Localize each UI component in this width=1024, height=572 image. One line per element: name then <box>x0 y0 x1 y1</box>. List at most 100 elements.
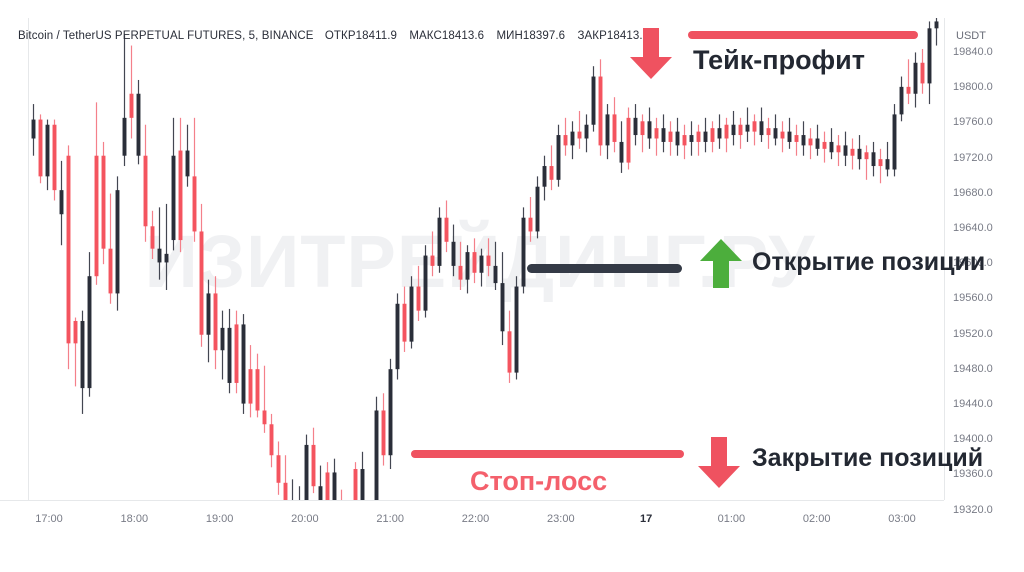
candle <box>199 203 204 347</box>
candle <box>661 114 666 153</box>
candle <box>87 252 92 397</box>
candle <box>458 241 463 290</box>
candle <box>122 35 127 167</box>
stop-loss-label: Стоп-лосс <box>470 466 608 496</box>
candle <box>374 396 379 500</box>
stop-loss-line[interactable] <box>411 450 684 458</box>
candle <box>332 458 337 500</box>
candle <box>234 310 239 394</box>
candle <box>206 279 211 363</box>
candle <box>38 114 43 184</box>
candle <box>73 317 78 387</box>
candle <box>563 117 568 156</box>
candle <box>815 124 820 156</box>
candle <box>654 117 659 156</box>
candle <box>850 138 855 170</box>
candle <box>437 207 442 273</box>
candle <box>920 48 925 94</box>
candle <box>507 310 512 383</box>
candle <box>738 117 743 149</box>
take-profit-line[interactable] <box>688 31 918 39</box>
candle <box>843 131 848 167</box>
candle <box>115 176 120 311</box>
price-tick: 19560.0 <box>953 292 993 305</box>
candle <box>500 252 505 346</box>
candle <box>521 207 526 294</box>
candle <box>745 107 750 142</box>
candle <box>682 124 687 160</box>
time-tick: 18:00 <box>120 513 149 525</box>
candle <box>129 45 134 139</box>
candle <box>178 117 183 253</box>
candle <box>150 210 155 259</box>
candle <box>647 107 652 149</box>
candle <box>381 393 386 466</box>
candle <box>528 197 533 242</box>
candle <box>584 114 589 153</box>
candle <box>479 248 484 287</box>
price-tick: 19800.0 <box>953 81 993 94</box>
candle <box>395 293 400 380</box>
price-tick: 19720.0 <box>953 151 993 164</box>
candle <box>766 117 771 149</box>
candle <box>143 124 148 242</box>
candle <box>570 121 575 160</box>
candle <box>423 245 428 318</box>
candle <box>640 114 645 153</box>
candle <box>633 104 638 146</box>
candle <box>556 124 561 187</box>
candle <box>696 124 701 156</box>
price-tick: 19320.0 <box>953 503 993 516</box>
price-tick: 19640.0 <box>953 222 993 234</box>
time-tick: 22:00 <box>461 513 490 525</box>
candle <box>731 110 736 146</box>
price-axis[interactable]: USDT 19840.0 19800.0 19760.0 19720.0 19680.0… <box>945 0 1024 572</box>
time-tick: 17:00 <box>35 513 63 525</box>
candle <box>311 427 316 494</box>
candle <box>773 114 778 146</box>
price-tick: 19480.0 <box>953 362 993 375</box>
candle <box>752 114 757 146</box>
price-axis-unit: USDT <box>956 30 986 42</box>
candle <box>52 119 57 201</box>
candle <box>45 119 50 191</box>
candle <box>192 117 197 242</box>
candle <box>269 413 274 468</box>
entry-line[interactable] <box>527 264 682 273</box>
candle <box>892 104 897 177</box>
candle <box>402 286 407 352</box>
candle <box>493 241 498 290</box>
candle <box>241 314 246 414</box>
candle <box>934 18 939 46</box>
candle <box>157 207 162 280</box>
candle <box>318 465 323 500</box>
symbol-label[interactable]: Bitcoin / TetherUS PERPETUAL FUTURES, 5,… <box>18 30 314 42</box>
candle <box>577 110 582 149</box>
candle <box>248 345 253 418</box>
time-axis[interactable]: 17:00 18:00 19:00 20:00 21:00 22:00 23:00 17 01:… <box>0 500 944 572</box>
price-tick: 19680.0 <box>953 186 993 199</box>
candle <box>913 52 918 108</box>
candle <box>171 117 176 251</box>
candle <box>262 365 267 433</box>
candle <box>304 434 309 500</box>
candle <box>255 353 260 418</box>
candle <box>80 310 85 414</box>
candle <box>514 276 519 380</box>
candle <box>689 121 694 156</box>
candle <box>724 117 729 153</box>
time-tick: 21:00 <box>376 513 404 525</box>
candle <box>605 104 610 160</box>
candle <box>472 238 477 284</box>
candle <box>829 128 834 160</box>
candle <box>220 310 225 380</box>
candle <box>927 21 932 105</box>
down-arrow-red-take-profit <box>626 28 676 80</box>
candle <box>871 141 876 177</box>
candle <box>185 124 190 187</box>
low-value: МИН18397.6 <box>496 30 566 42</box>
candle <box>444 200 449 253</box>
candle <box>549 145 554 191</box>
candle <box>598 59 603 156</box>
high-value: МАКС18413.6 <box>409 30 485 42</box>
